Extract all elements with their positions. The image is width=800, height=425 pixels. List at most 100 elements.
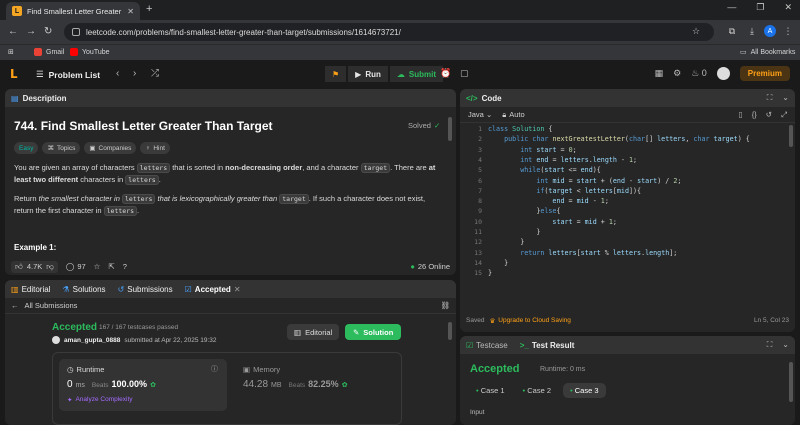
solution-button[interactable]: ✎ Solution <box>345 324 402 340</box>
case-tab-2[interactable]: • Case 2 <box>517 383 558 398</box>
expand-icon[interactable]: ⛶ <box>767 340 773 350</box>
tab-solutions[interactable]: ⚗ Solutions <box>62 285 105 294</box>
tab-testcase[interactable]: ☑ Testcase <box>466 341 508 350</box>
difficulty-badge: Easy <box>14 142 39 154</box>
browser-menu-icon[interactable]: ⋮ <box>782 25 794 37</box>
memory-label[interactable]: ▣ Memory <box>243 365 280 374</box>
browser-tab[interactable]: L Find Smallest Letter Greater Th ✕ <box>6 2 140 20</box>
url-field[interactable]: leetcode.com/problems/find-smallest-lett… <box>64 23 714 41</box>
back-icon[interactable]: ← <box>8 26 18 37</box>
bookmark-icon[interactable]: ▯ <box>739 110 743 120</box>
editorial-button[interactable]: ▥ Editorial <box>287 324 340 340</box>
run-button[interactable]: ▶ Run <box>348 66 388 82</box>
layout-icon[interactable]: ▦ <box>655 68 664 79</box>
run-submit-group: ⚑ ▶ Run ☁ Submit <box>325 66 443 82</box>
code-content[interactable]: class Solution { public char nextGreates… <box>488 125 788 285</box>
premium-button[interactable]: Premium <box>739 66 790 81</box>
prev-problem-icon[interactable]: ‹ <box>116 68 119 79</box>
reset-icon[interactable]: ↺ <box>766 110 772 120</box>
case-tab-1[interactable]: • Case 1 <box>470 383 511 398</box>
code-line: start = mid + 1; <box>552 217 617 226</box>
clock-icon: ◷ <box>67 365 74 374</box>
tab-submissions[interactable]: ↺ Submissions <box>118 285 173 294</box>
fullscreen-icon[interactable]: ⤢ <box>781 110 787 120</box>
download-icon[interactable]: ⤓ <box>746 25 758 37</box>
tab-description[interactable]: Description <box>23 94 67 103</box>
collapse-icon[interactable]: ⌄ <box>782 340 789 350</box>
code-line: if(target < letters[mid]){ <box>536 186 642 195</box>
leaf-icon: ✿ <box>150 382 156 389</box>
browser-tab-bar: L Find Smallest Letter Greater Th ✕ + — … <box>0 0 800 20</box>
expand-icon[interactable]: ⛶ <box>767 93 773 103</box>
editor-scrollbar[interactable] <box>789 125 793 147</box>
check-circle-icon: ✓ <box>433 121 441 130</box>
forward-icon[interactable]: → <box>26 26 36 37</box>
test-header-actions: ⛶ ⌄ <box>767 340 789 350</box>
maximize-icon[interactable]: ❐ <box>756 2 764 13</box>
user-avatar-small <box>52 336 60 344</box>
runtime-card[interactable]: ◷ Runtime ⓘ 0 ms Beats 100.00% ✿ ✦ Analyze… <box>59 359 227 411</box>
scrollbar[interactable] <box>448 322 452 340</box>
problem-list-button[interactable]: ☰ Problem List <box>36 69 100 80</box>
share-icon[interactable]: ⇱ <box>108 262 114 271</box>
leetcode-logo-icon[interactable]: ᒪ <box>10 67 22 81</box>
shuffle-icon[interactable]: ⤮ <box>151 68 159 79</box>
tab-test-result[interactable]: >_ Test Result <box>520 341 575 350</box>
submit-button[interactable]: ☁ Submit <box>389 66 443 82</box>
arrow-left-icon[interactable]: ← <box>11 301 19 310</box>
favorite-star-icon[interactable]: ☆ <box>94 262 101 271</box>
like-button[interactable]: 👍︎ 4.7K 👎︎ <box>11 260 58 273</box>
topics-tag[interactable]: ⌘ Topics <box>42 142 81 154</box>
reload-icon[interactable]: ↻ <box>44 26 52 37</box>
submitter-info: aman_gupta_0888 submitted at Apr 22, 202… <box>52 336 217 344</box>
username-link[interactable]: aman_gupta_0888 <box>64 337 120 344</box>
close-tab-icon[interactable]: ✕ <box>127 7 134 16</box>
bookmark-youtube[interactable]: YouTube <box>70 48 110 56</box>
profile-avatar[interactable]: A <box>764 25 776 37</box>
next-problem-icon[interactable]: › <box>133 68 136 79</box>
minimize-icon[interactable]: — <box>727 2 736 13</box>
hint-tag[interactable]: ♀ Hint <box>140 142 170 154</box>
bookmark-star-icon[interactable]: ☆ <box>690 25 702 37</box>
scrollbar[interactable] <box>448 117 452 141</box>
help-icon[interactable]: ? <box>123 262 127 271</box>
note-icon[interactable]: ▢ <box>460 68 469 79</box>
info-icon[interactable]: ⓘ <box>211 364 218 374</box>
bookmark-gmail[interactable]: Gmail <box>34 48 64 56</box>
companies-tag[interactable]: ▣ Companies <box>84 142 137 154</box>
debug-icon[interactable]: ⚑ <box>325 66 347 82</box>
settings-gear-icon[interactable]: ⚙ <box>673 68 681 79</box>
user-avatar[interactable] <box>716 67 730 80</box>
format-braces-icon[interactable]: {} <box>752 110 757 120</box>
comments-button[interactable]: ◯ 97 <box>66 262 86 271</box>
code-editor[interactable]: 1 2 3 4 5 6 7 8 9 10 11 12 13 14 15 class Solution { p… <box>460 125 795 285</box>
upgrade-link[interactable]: ♛ Upgrade to Cloud Saving <box>489 317 570 325</box>
case-tab-3[interactable]: • Case 3 <box>563 383 606 398</box>
language-select[interactable]: Java ⌄ <box>468 110 492 119</box>
collapse-icon[interactable]: ⌄ <box>782 93 789 103</box>
line-number: 10 <box>474 217 482 226</box>
input-label: Input <box>470 409 485 416</box>
link-icon[interactable]: ⛓ <box>440 301 450 310</box>
auto-mode-toggle[interactable]: 🔒︎ Auto <box>502 110 524 120</box>
tab-editorial[interactable]: ▥ Editorial <box>11 285 50 294</box>
submission-panel: ▥ Editorial ⚗ Solutions ↺ Submissions ☑ Acce… <box>5 280 456 425</box>
close-tab-icon[interactable]: ✕ <box>234 285 241 294</box>
streak-counter[interactable]: ♨ 0 <box>691 68 707 79</box>
tab-accepted[interactable]: ☑ Accepted ✕ <box>185 285 241 294</box>
site-info-icon[interactable] <box>72 28 80 36</box>
problem-title[interactable]: 744. Find Smallest Letter Greater Than T… <box>14 119 273 133</box>
apps-icon[interactable]: ⊞ <box>8 48 14 56</box>
new-tab-icon[interactable]: + <box>146 3 152 15</box>
code-line: } <box>488 228 541 236</box>
folder-icon: ▭ <box>740 49 747 56</box>
extensions-icon[interactable]: ⧉ <box>726 25 738 37</box>
timer-icon[interactable]: ⏰ <box>440 68 451 79</box>
tab-code[interactable]: Code <box>482 94 502 103</box>
window-close-icon[interactable]: ✕ <box>784 2 792 13</box>
result-scrollbar[interactable] <box>789 362 793 402</box>
analyze-complexity-link[interactable]: ✦ Analyze Complexity <box>67 396 133 404</box>
description-icon: ▤ <box>11 93 19 103</box>
all-submissions-link[interactable]: All Submissions <box>25 301 78 310</box>
all-bookmarks[interactable]: ▭ All Bookmarks <box>740 48 795 57</box>
